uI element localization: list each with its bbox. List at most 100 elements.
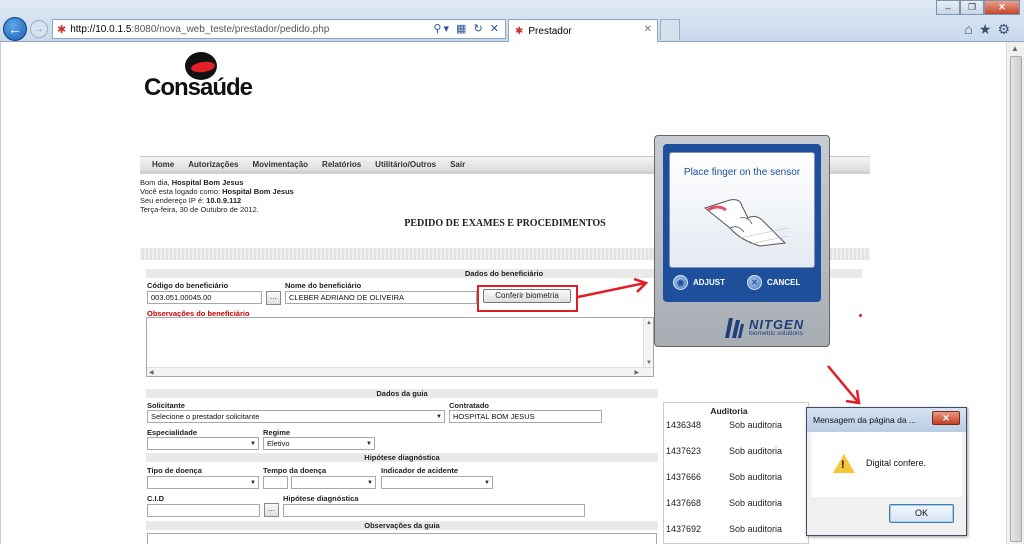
home-icon[interactable]: ⌂ <box>964 21 978 37</box>
scroll-down-icon[interactable]: ▼ <box>646 360 652 366</box>
favicon-icon: ✱ <box>515 25 524 37</box>
regime-label: Regime <box>263 428 291 437</box>
nav-utilitario[interactable]: Utilitário/Outros <box>375 160 436 169</box>
greeting-name: Hospital Bom Jesus <box>171 178 244 187</box>
forward-arrow-icon[interactable]: → <box>30 20 48 38</box>
contratado-field[interactable]: HOSPITAL BOM JESUS <box>449 410 602 423</box>
hipotese-field[interactable] <box>283 504 585 517</box>
tab-title: Prestador <box>528 25 572 37</box>
scroll-up-icon[interactable]: ▲ <box>1011 44 1019 53</box>
nome-label: Nome do beneficiário <box>285 281 362 290</box>
codigo-lookup-button[interactable]: ... <box>266 291 281 305</box>
bio-adjust-button[interactable]: ◉ ADJUST <box>673 275 725 290</box>
regime-select[interactable]: Eletivo <box>263 437 375 450</box>
dialog-close-icon[interactable]: ✕ <box>932 411 960 425</box>
new-tab-button[interactable] <box>660 19 680 40</box>
especialidade-label: Especialidade <box>147 428 198 437</box>
auditoria-panel: Auditoria 1436348 Sob auditoria 1437623 So… <box>663 402 809 544</box>
browser-chrome: ← → ✱ http://10.0.1.5:8080/nova_web_test… <box>0 0 1024 42</box>
ip-prefix: Seu endereço IP é: <box>140 196 207 205</box>
nome-field[interactable]: CLEBER ADRIANO DE OLIVEIRA <box>285 291 477 304</box>
scroll-right-icon[interactable]: ▶ <box>634 369 639 376</box>
biometric-display: Place finger on the sensor <box>669 152 815 268</box>
audit-num: 1437623 <box>666 446 702 456</box>
guia-section-title: Dados da guia <box>146 389 658 398</box>
toolbar-icons: ⌂★⚙ <box>964 21 1016 38</box>
favicon-icon: ✱ <box>57 23 67 36</box>
tempo-unidade-select[interactable] <box>291 476 376 489</box>
nav-home[interactable]: Home <box>152 160 174 169</box>
audit-status: Sob auditoria <box>729 472 783 482</box>
alert-dialog: Mensagem da página da ... ✕ ! Digital co… <box>806 407 967 536</box>
nav-movimentacao[interactable]: Movimentação <box>252 160 308 169</box>
cid-lookup-button[interactable]: ... <box>264 503 279 517</box>
tempo-doenca-field[interactable] <box>263 476 288 489</box>
gear-icon[interactable]: ⚙ <box>997 21 1016 37</box>
tempo-doenca-label: Tempo da doença <box>263 466 327 475</box>
login-name: Hospital Bom Jesus <box>222 187 294 196</box>
indicador-acidente-select[interactable] <box>381 476 493 489</box>
minimize-icon[interactable]: – <box>936 0 960 15</box>
hipotese-label: Hipótese diagnóstica <box>283 494 359 503</box>
cid-label: C.I.D <box>147 494 165 503</box>
ok-button[interactable]: OK <box>889 504 954 523</box>
nav-autorizacoes[interactable]: Autorizações <box>188 160 238 169</box>
especialidade-select[interactable] <box>147 437 259 450</box>
contratado-label: Contratado <box>449 401 489 410</box>
window-controls: – ❐ ✕ <box>936 0 1020 15</box>
url-path: :8080/nova_web_teste/prestador/pedido.ph… <box>131 23 330 35</box>
solicitante-select[interactable]: Selecione o prestador solicitante <box>147 410 445 423</box>
nitgen-tagline: biometric solutions <box>749 330 803 337</box>
nav-relatorios[interactable]: Relatórios <box>322 160 361 169</box>
biometric-prompt: Place finger on the sensor <box>683 167 801 178</box>
audit-num: 1437666 <box>666 472 702 482</box>
favorites-icon[interactable]: ★ <box>979 21 998 37</box>
login-prefix: Você esta logado como: <box>140 187 223 196</box>
scroll-up-icon[interactable]: ▲ <box>646 320 652 326</box>
address-bar-icons[interactable]: ⚲▾ ▦ ↻ ✕ <box>433 22 501 35</box>
tab-close-icon[interactable]: ✕ <box>644 24 652 35</box>
address-bar[interactable]: ✱ http://10.0.1.5:8080/nova_web_teste/pr… <box>52 19 506 39</box>
restore-icon[interactable]: ❐ <box>960 0 984 15</box>
audit-status: Sob auditoria <box>729 446 783 456</box>
indicador-acidente-label: Indicador de acidente <box>381 466 459 475</box>
dialog-titlebar[interactable]: Mensagem da página da ... ✕ <box>807 408 966 432</box>
biometric-device: Place finger on the sensor ◉ ADJUST ✕ CANC… <box>654 135 830 347</box>
hipotese-section-title: Hipótese diagnóstica <box>146 453 658 462</box>
obs-beneficiario-textarea[interactable]: ▲ ▼ ◀ ▶ <box>146 317 654 377</box>
tab-prestador[interactable]: ✱ Prestador ✕ <box>508 19 658 42</box>
nav-sair[interactable]: Sair <box>450 160 465 169</box>
dialog-body: ! Digital confere. <box>811 432 962 497</box>
consaude-logo: Consaúde <box>144 52 274 107</box>
nitgen-brand: NITGEN biometric solutions <box>749 317 804 337</box>
auditoria-header: Auditoria <box>710 406 748 416</box>
scroll-thumb[interactable] <box>1010 56 1022 542</box>
dialog-title: Mensagem da página da ... <box>813 415 917 425</box>
dialog-message: Digital confere. <box>866 458 927 468</box>
solicitante-label: Solicitante <box>147 401 185 410</box>
cid-field[interactable] <box>147 504 260 517</box>
textarea-hscroll[interactable]: ◀ ▶ <box>147 367 653 376</box>
audit-num: 1436348 <box>666 420 702 430</box>
obs-guia-textarea[interactable] <box>147 533 657 544</box>
tipo-doenca-label: Tipo de doença <box>147 466 202 475</box>
page-scrollbar[interactable]: ▲ <box>1006 42 1024 544</box>
scroll-left-icon[interactable]: ◀ <box>149 369 154 376</box>
close-window-icon[interactable]: ✕ <box>984 0 1020 15</box>
tipo-doenca-select[interactable] <box>147 476 259 489</box>
nitgen-logo-icon <box>725 318 744 338</box>
audit-status: Sob auditoria <box>729 524 783 534</box>
cancel-label: CANCEL <box>767 278 801 287</box>
warning-icon-mark: ! <box>841 459 845 471</box>
greeting-prefix: Bom dia, <box>140 178 172 187</box>
annotation-highlight-box <box>477 285 578 312</box>
url-host: http://10.0.1.5 <box>70 23 132 35</box>
audit-num: 1437668 <box>666 498 702 508</box>
back-arrow-icon[interactable]: ← <box>3 17 27 41</box>
bio-cancel-button[interactable]: ✕ CANCEL <box>747 275 800 290</box>
codigo-field[interactable]: 003.051.00045.00 <box>147 291 262 304</box>
ip-address: 10.0.9.112 <box>206 196 242 205</box>
cancel-icon: ✕ <box>747 275 762 290</box>
annotation-dot <box>859 314 862 317</box>
greeting-block: Bom dia, Hospital Bom Jesus Você esta lo… <box>140 178 294 214</box>
